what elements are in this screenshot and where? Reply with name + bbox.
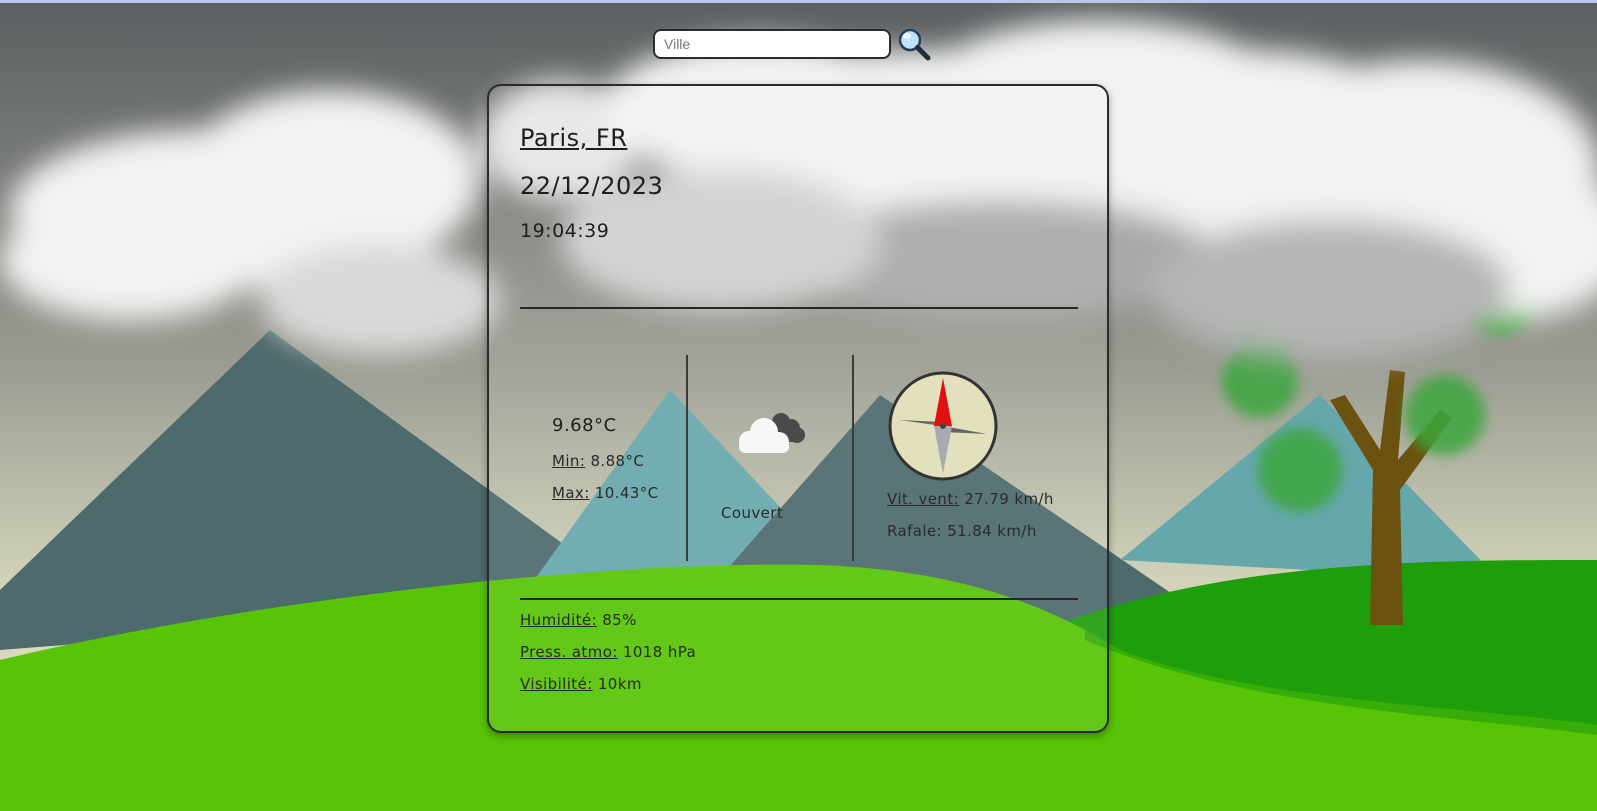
- compass-icon: [887, 370, 999, 482]
- min-temperature-value: 8.88°C: [590, 452, 645, 470]
- visibility-value: 10km: [597, 675, 642, 693]
- humidity: Humidité: 85%: [520, 611, 637, 629]
- search-button[interactable]: [896, 26, 932, 62]
- min-temperature-label: Min:: [552, 452, 586, 470]
- weather-description: Couvert: [721, 504, 784, 522]
- humidity-value: 85%: [602, 611, 637, 629]
- top-accent-line: [0, 0, 1597, 3]
- min-temperature: Min: 8.88°C: [552, 452, 644, 470]
- weather-card: Paris, FR 22/12/2023 19:04:39 9.68°C Min…: [487, 84, 1109, 733]
- search-bar: [653, 26, 932, 62]
- visibility-label: Visibilité:: [520, 675, 593, 693]
- divider-bottom: [520, 598, 1078, 600]
- pressure-label: Press. atmo:: [520, 643, 618, 661]
- city-name: Paris, FR: [520, 124, 628, 152]
- max-temperature-label: Max:: [552, 484, 590, 502]
- visibility: Visibilité: 10km: [520, 675, 642, 693]
- wind-gust-label: Rafale:: [887, 522, 943, 540]
- wind-gust: Rafale: 51.84 km/h: [887, 522, 1037, 540]
- max-temperature-value: 10.43°C: [594, 484, 659, 502]
- city-search-input[interactable]: [653, 29, 891, 59]
- humidity-label: Humidité:: [520, 611, 598, 629]
- wind-speed: Vit. vent: 27.79 km/h: [887, 490, 1054, 508]
- pressure: Press. atmo: 1018 hPa: [520, 643, 696, 661]
- cloudy-icon: [734, 408, 809, 458]
- wind-speed-label: Vit. vent:: [887, 490, 960, 508]
- current-date: 22/12/2023: [520, 172, 664, 200]
- wind-gust-value: 51.84 km/h: [947, 522, 1037, 540]
- magnifier-icon: [898, 28, 931, 61]
- divider-vertical-1: [686, 355, 688, 561]
- divider-vertical-2: [852, 355, 854, 561]
- divider-top: [520, 307, 1078, 309]
- current-temperature: 9.68°C: [552, 415, 617, 436]
- current-time: 19:04:39: [520, 220, 610, 242]
- pressure-value: 1018 hPa: [622, 643, 697, 661]
- wind-speed-value: 27.79 km/h: [964, 490, 1054, 508]
- max-temperature: Max: 10.43°C: [552, 484, 659, 502]
